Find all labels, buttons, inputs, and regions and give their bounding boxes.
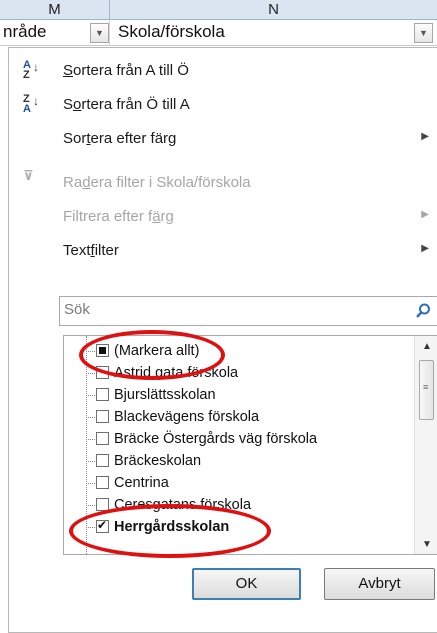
column-header-m[interactable]: M xyxy=(0,0,110,20)
menu-item-text-filter[interactable]: Textfilter ▶ xyxy=(9,234,437,268)
ok-button[interactable]: OK xyxy=(192,568,301,600)
item-checkbox[interactable] xyxy=(96,432,109,445)
search-placeholder: Sök xyxy=(64,301,90,318)
item-checkbox[interactable] xyxy=(96,388,109,401)
annotation-oval-select-all xyxy=(79,330,225,380)
annotation-oval-herrgardsskolan xyxy=(69,504,271,558)
sort-a-z-icon: A Z ↓ xyxy=(23,59,39,81)
list-item[interactable]: Centrina xyxy=(64,472,404,494)
item-checkbox[interactable] xyxy=(96,410,109,423)
scroll-up-icon[interactable]: ▲ xyxy=(415,336,437,358)
list-item[interactable]: Bräcke Östergårds väg förskola xyxy=(64,428,404,450)
list-scrollbar[interactable]: ▲ ≡ ▼ xyxy=(414,336,437,554)
search-input[interactable]: Sök xyxy=(59,296,437,326)
scroll-down-icon[interactable]: ▼ xyxy=(415,534,437,554)
menu-item-sort-by-color[interactable]: Sortera efter färg ▶ xyxy=(9,122,437,156)
filter-header-row: nråde ▼ Skola/förskola ▼ xyxy=(0,20,437,46)
menu-item-sort-z-a[interactable]: Z A ↓ Sortera från Ö till A xyxy=(9,88,437,122)
column-header-n[interactable]: N xyxy=(110,0,437,20)
sort-z-a-icon: Z A ↓ xyxy=(23,93,39,115)
menu-item-filter-by-color: Filtrera efter färg ▶ xyxy=(63,208,429,225)
item-checkbox[interactable] xyxy=(96,454,109,467)
item-checkbox[interactable] xyxy=(96,476,109,489)
filter-dropdown-button-n[interactable]: ▼ xyxy=(414,23,433,43)
filter-dropdown-button-m[interactable]: ▼ xyxy=(90,23,109,43)
list-item[interactable]: Blackevägens förskola xyxy=(64,406,404,428)
header-cell-n-text: Skola/förskola xyxy=(118,22,225,41)
menu-item-sort-a-z[interactable]: A Z ↓ Sortera från A till Ö xyxy=(9,54,437,88)
scroll-thumb[interactable]: ≡ xyxy=(419,360,434,420)
grip-icon: ≡ xyxy=(423,382,429,392)
submenu-arrow-icon: ▶ xyxy=(421,131,429,142)
search-icon xyxy=(416,303,430,318)
submenu-arrow-icon: ▶ xyxy=(421,243,429,254)
header-cell-m-text: nråde xyxy=(3,22,47,41)
list-item[interactable]: Bräckeskolan xyxy=(64,450,404,472)
submenu-arrow-icon: ▶ xyxy=(421,209,429,220)
list-item[interactable]: Bjurslättsskolan xyxy=(64,384,404,406)
cancel-button[interactable]: Avbryt xyxy=(324,568,435,600)
menu-item-clear-filter: ⊽ Radera filter i Skola/förskola xyxy=(23,168,251,191)
clear-filter-icon: ⊽ xyxy=(23,168,34,183)
column-header-row: M N xyxy=(0,0,437,20)
